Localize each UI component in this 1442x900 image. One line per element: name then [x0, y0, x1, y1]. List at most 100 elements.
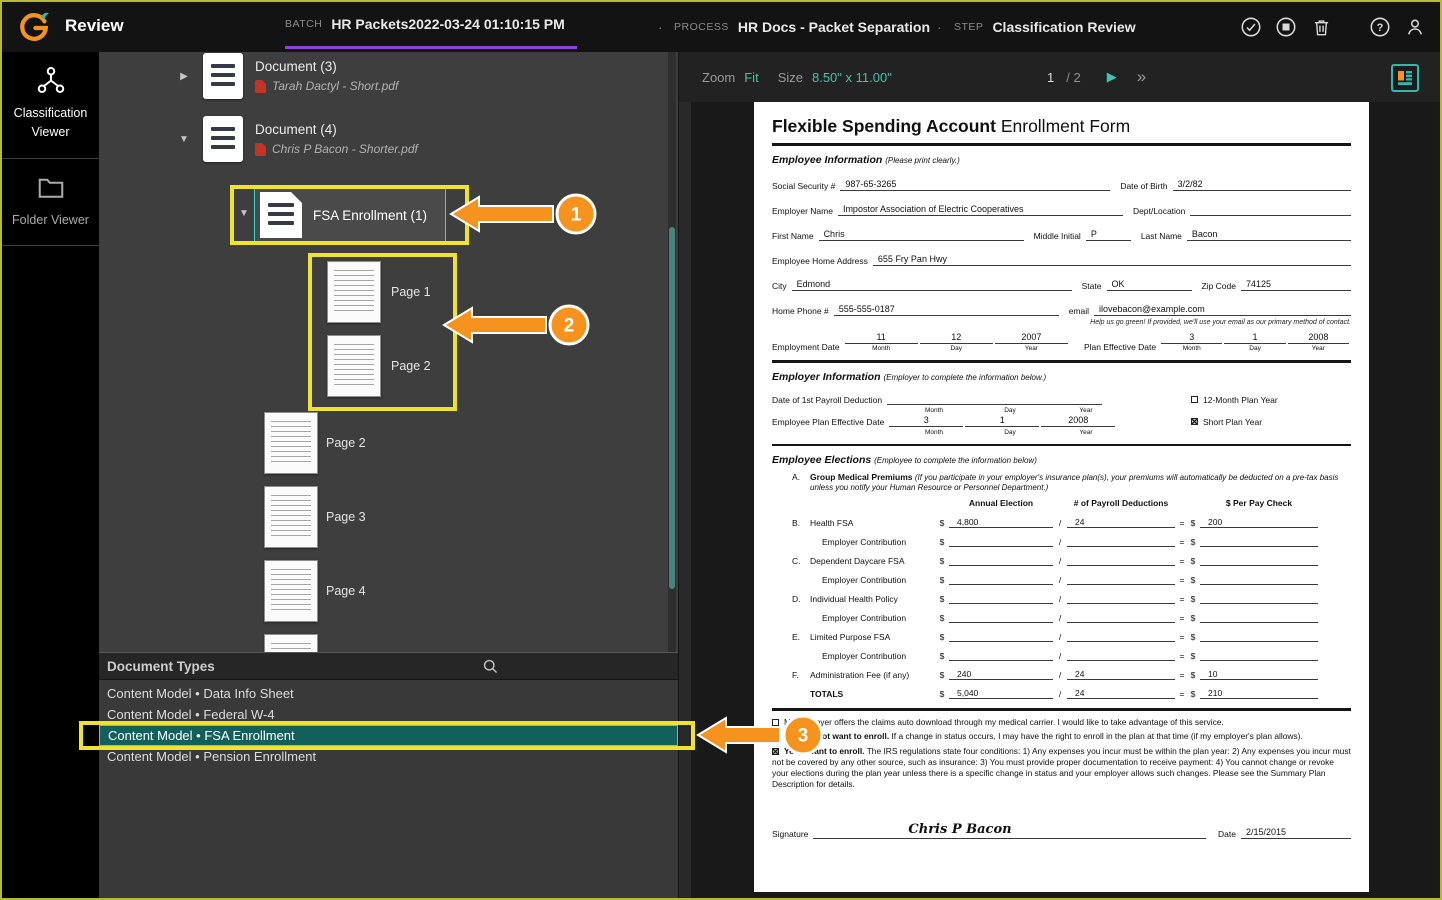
page-label[interactable]: Page 4 [326, 584, 366, 598]
size-value[interactable]: 8.50" x 11.00" [812, 70, 892, 85]
checkbox-checked [772, 748, 779, 755]
slash: / [1056, 651, 1064, 661]
form-title: Flexible Spending Account Enrollment For… [772, 116, 1351, 137]
election-row-totals: TOTALS $ 5,040 / 24 = $ 210 [772, 688, 1351, 699]
dob-value: 3/2/82 [1173, 179, 1351, 191]
sidebar-item-label: Classification Viewer [6, 104, 95, 143]
payroll-deduction-label: Date of 1st Payroll Deduction [772, 395, 887, 405]
form-row: Employer Name Impostor Association of El… [772, 204, 1351, 216]
user-icon[interactable] [1404, 16, 1426, 38]
dollar-sign: $ [1189, 613, 1197, 623]
page-label[interactable]: Page 1 [391, 285, 431, 299]
divider [772, 708, 1351, 711]
signature-value: Chris P Bacon [908, 822, 1011, 837]
page-thumbnail[interactable] [327, 261, 381, 323]
slash: / [1056, 594, 1064, 604]
document-page-canvas[interactable]: Flexible Spending Account Enrollment For… [754, 102, 1369, 892]
page-thumbnail[interactable] [327, 335, 381, 397]
tree-node-document-3[interactable]: ▶ Document (3) Tarah Dactyl - Short.pdf [177, 52, 398, 100]
page-label[interactable]: Page 2 [391, 359, 431, 373]
step-value: Classification Review [992, 19, 1135, 35]
folder-icon [36, 189, 66, 206]
process-value: HR Docs - Packet Separation [738, 19, 930, 35]
thumbnail-grid-button[interactable] [1391, 64, 1419, 92]
employment-date-label: Employment Date [772, 342, 845, 352]
zip-label: Zip Code [1202, 281, 1242, 291]
play-icon[interactable]: ▶ [1107, 69, 1117, 85]
signature-line: Chris P Bacon [813, 822, 1206, 839]
payroll-deduction-value [887, 393, 1102, 405]
first-name-label: First Name [772, 231, 819, 241]
sidebar-item-classification-viewer[interactable]: Classification Viewer [2, 52, 99, 159]
page-thumbnail[interactable] [264, 412, 318, 474]
sidebar-item-label: Folder Viewer [6, 211, 95, 230]
viewer-scrollbar[interactable] [679, 102, 691, 898]
page-thumbnail[interactable] [264, 486, 318, 548]
document-viewer-panel: Zoom Fit Size 8.50" x 11.00" 1 / 2 ▶ » [679, 52, 1440, 898]
yes-enroll-option: Yes, I want to enroll. The IRS regulatio… [772, 746, 1351, 790]
sidebar-item-folder-viewer[interactable]: Folder Viewer [2, 159, 99, 246]
expander-collapsed-icon[interactable]: ▶ [177, 71, 191, 82]
document-icon [203, 53, 243, 99]
batch-value: HR Packets2022-03-24 01:10:15 PM [331, 16, 564, 32]
ssn-value: 987-65-3265 [840, 179, 1110, 191]
app-logo-icon[interactable] [17, 10, 51, 44]
help-icon[interactable]: ? [1369, 16, 1391, 38]
document-types-list: Content Model • Data Info Sheet Content … [99, 683, 678, 767]
expander-expanded-icon[interactable]: ▼ [237, 208, 251, 219]
column-per-pay-check: $ Per Pay Check [1200, 498, 1318, 509]
tree-node-fsa-enrollment-selected[interactable]: FSA Enrollment (1) [254, 188, 446, 242]
page-number-total: / 2 [1066, 70, 1080, 85]
document-tree-panel: ▶ Document (3) Tarah Dactyl - Short.pdf … [99, 52, 679, 652]
employer-plan-effective-label: Employee Plan Effective Date [772, 417, 889, 427]
document-type-row[interactable]: Content Model • Pension Enrollment [99, 746, 678, 767]
classification-tree-icon [36, 82, 66, 99]
divider [772, 143, 1351, 146]
search-icon[interactable] [482, 658, 499, 680]
tree-scrollbar-thumb[interactable] [669, 227, 675, 589]
email-note: Help us go green! If provided, we'll use… [772, 319, 1351, 326]
complete-task-icon[interactable] [1240, 16, 1262, 38]
election-row: B. Health FSA $ 4,800 / 24 = $ 200 [772, 517, 1351, 528]
page-number-current[interactable]: 1 [1047, 70, 1054, 85]
document-type-row[interactable]: Content Model • Data Info Sheet [99, 683, 678, 704]
document-type-row[interactable]: Content Model • Federal W-4 [99, 704, 678, 725]
phone-value: 555-555-0187 [834, 304, 1059, 316]
employer-plan-month: 3 [889, 415, 963, 427]
slash: / [1056, 518, 1064, 528]
dollar-sign: $ [1189, 518, 1197, 528]
city-value: Edmond [792, 279, 1072, 291]
equals-sign: = [1178, 632, 1186, 642]
dollar-sign: $ [938, 651, 946, 661]
election-row: E. Limited Purpose FSA $ / = $ [772, 631, 1351, 642]
election-row: Employer Contribution $ / = $ [772, 574, 1351, 585]
stop-icon[interactable] [1275, 16, 1297, 38]
zoom-value[interactable]: Fit [744, 70, 758, 85]
page-label[interactable]: Page 3 [326, 510, 366, 524]
employment-year-value: 2007 [995, 332, 1068, 344]
ssn-label: Social Security # [772, 181, 840, 191]
first-name-value: Chris [819, 229, 1024, 241]
divider [772, 444, 1351, 447]
pdf-icon [255, 143, 266, 156]
page-thumbnail-partial[interactable] [264, 634, 318, 652]
zoom-label: Zoom [702, 70, 735, 85]
tree-scrollbar[interactable] [668, 52, 676, 652]
tree-node-document-4[interactable]: ▼ Document (4) Chris P Bacon - Shorter.p… [177, 115, 418, 163]
dob-label: Date of Birth [1120, 181, 1172, 191]
dollar-sign: $ [938, 556, 946, 566]
page-label[interactable]: Page 2 [326, 436, 366, 450]
delete-icon[interactable] [1310, 16, 1332, 38]
equals-sign: = [1178, 689, 1186, 699]
document-type-row-selected[interactable]: Content Model • FSA Enrollment [99, 725, 678, 746]
double-chevron-icon[interactable]: » [1137, 67, 1146, 87]
month-day-year-labels: Month Day Year [896, 429, 1351, 436]
expander-expanded-icon[interactable]: ▼ [177, 134, 191, 145]
document-types-header: Document Types [99, 652, 678, 680]
per-check-value: 200 [1200, 517, 1318, 528]
employment-date-row: Employment Date 11Month 12Day 2007Year P… [772, 332, 1351, 352]
month-day-year-labels: Month Day Year [896, 407, 1351, 414]
signature-row: Signature Chris P Bacon Date 2/15/2015 [772, 822, 1351, 839]
page-thumbnail[interactable] [264, 560, 318, 622]
employee-information-heading: Employee Information (Please print clear… [772, 154, 1351, 166]
